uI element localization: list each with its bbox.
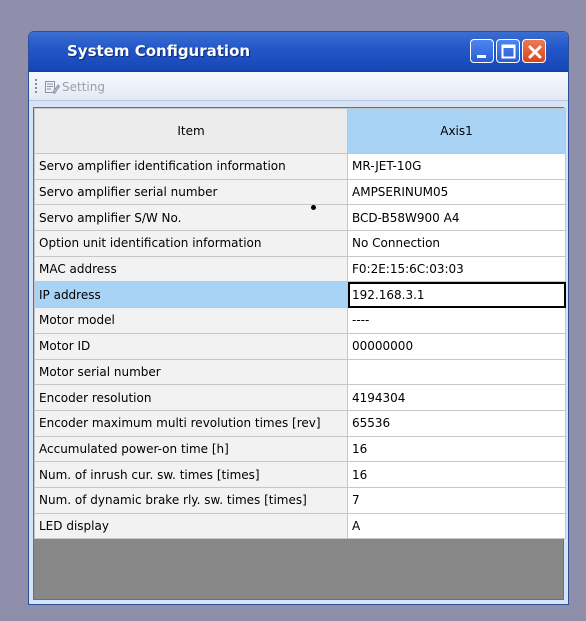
configuration-grid: Item Axis1 Servo amplifier identificatio…	[33, 107, 566, 600]
table-row[interactable]: Motor ID 00000000	[34, 332, 566, 360]
minimize-button[interactable]	[470, 39, 494, 63]
row-value[interactable]: 16	[347, 435, 566, 463]
title-bar[interactable]: System Configuration	[29, 32, 568, 72]
row-item-label: MAC address	[34, 255, 348, 283]
row-value[interactable]: BCD-B58W900 A4	[347, 204, 566, 232]
row-value[interactable]: ----	[347, 307, 566, 334]
mouse-cursor-dot	[311, 205, 316, 210]
window-title: System Configuration	[67, 42, 251, 60]
row-item-label: LED display	[34, 512, 348, 540]
table-row[interactable]: Motor serial number	[34, 358, 566, 386]
row-value[interactable]: 65536	[347, 409, 566, 437]
table-header-row: Item Axis1	[34, 108, 566, 154]
table-row[interactable]: LED display A	[34, 512, 566, 540]
table-row-selected[interactable]: IP address 192.168.3.1	[34, 281, 566, 309]
row-item-label: Servo amplifier identification informati…	[34, 153, 348, 180]
row-item-label: Servo amplifier serial number	[34, 178, 348, 206]
row-item-label: Num. of dynamic brake rly. sw. times [ti…	[34, 486, 348, 514]
row-value[interactable]: A	[347, 512, 566, 540]
row-item-label: Encoder maximum multi revolution times […	[34, 409, 348, 437]
table-row[interactable]: Encoder resolution 4194304	[34, 384, 566, 411]
configuration-table: Item Axis1 Servo amplifier identificatio…	[34, 108, 566, 540]
row-value[interactable]: No Connection	[347, 230, 566, 257]
maximize-button[interactable]	[496, 39, 520, 63]
table-row[interactable]: MAC address F0:2E:15:6C:03:03	[34, 255, 566, 283]
toolbar-grip[interactable]	[35, 79, 38, 95]
table-row[interactable]: Num. of dynamic brake rly. sw. times [ti…	[34, 486, 566, 514]
row-item-label: Motor serial number	[34, 358, 348, 386]
close-button[interactable]	[522, 39, 546, 63]
minimize-icon	[477, 55, 486, 58]
table-row[interactable]: Accumulated power-on time [h] 16	[34, 435, 566, 463]
row-value[interactable]: 7	[347, 486, 566, 514]
row-item-label: Servo amplifier S/W No.	[34, 204, 348, 232]
row-item-label: Motor ID	[34, 332, 348, 360]
setting-label: Setting	[62, 80, 105, 94]
row-value[interactable]	[347, 358, 566, 386]
row-item-label: Num. of inrush cur. sw. times [times]	[34, 461, 348, 488]
table-row[interactable]: Num. of inrush cur. sw. times [times] 16	[34, 461, 566, 488]
column-header-axis1[interactable]: Axis1	[347, 108, 566, 154]
row-value[interactable]: 16	[347, 461, 566, 488]
setting-button[interactable]: Setting	[44, 78, 105, 96]
close-icon	[528, 45, 542, 59]
row-value-selected-cell[interactable]: 192.168.3.1	[347, 281, 566, 309]
setting-icon	[45, 81, 60, 95]
maximize-icon	[501, 44, 516, 59]
table-row[interactable]: Servo amplifier serial number AMPSERINUM0…	[34, 178, 566, 206]
column-header-item[interactable]: Item	[34, 108, 348, 154]
row-item-label: Encoder resolution	[34, 384, 348, 411]
row-value[interactable]: F0:2E:15:6C:03:03	[347, 255, 566, 283]
table-row[interactable]: Encoder maximum multi revolution times […	[34, 409, 566, 437]
table-row[interactable]: Servo amplifier identification informati…	[34, 153, 566, 180]
row-value[interactable]: 00000000	[347, 332, 566, 360]
table-row[interactable]: Motor model ----	[34, 307, 566, 334]
row-value[interactable]: AMPSERINUM05	[347, 178, 566, 206]
table-row[interactable]: Servo amplifier S/W No. BCD-B58W900 A4	[34, 204, 566, 232]
table-row[interactable]: Option unit identification information No…	[34, 230, 566, 257]
row-value[interactable]: MR-JET-10G	[347, 153, 566, 180]
row-item-label: IP address	[34, 281, 348, 309]
toolbar: Setting	[29, 72, 568, 101]
row-value[interactable]: 4194304	[347, 384, 566, 411]
system-configuration-window: System Configuration Setting Item Axis1 …	[28, 31, 569, 605]
row-item-label: Motor model	[34, 307, 348, 334]
row-item-label: Accumulated power-on time [h]	[34, 435, 348, 463]
row-item-label: Option unit identification information	[34, 230, 348, 257]
